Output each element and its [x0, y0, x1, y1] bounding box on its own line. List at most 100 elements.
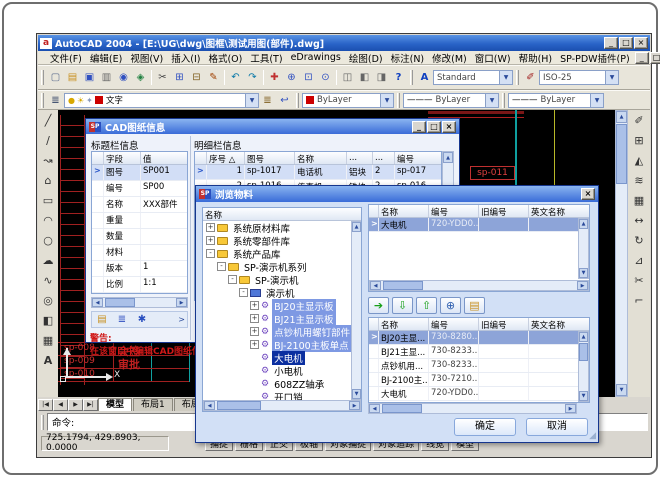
scroll-up-icon[interactable]: ▲	[616, 111, 627, 123]
rectangle-icon[interactable]: ▭	[39, 190, 57, 210]
list-vscrollbar[interactable]: ▲ ▼	[578, 331, 589, 402]
tab-next-button[interactable]: ▶	[68, 399, 83, 411]
arc-icon[interactable]: ◠	[39, 210, 57, 230]
zoom-previous-icon[interactable]: ⊙	[317, 69, 334, 86]
scroll-right-icon[interactable]: ▶	[349, 401, 360, 410]
tab-model[interactable]: 模型	[98, 398, 132, 411]
insert-block-icon[interactable]: ◧	[39, 310, 57, 330]
scroll-thumb[interactable]	[217, 401, 261, 410]
minimize-button[interactable]: _	[604, 37, 618, 49]
fields-hscrollbar[interactable]: ◀ ▶	[91, 297, 188, 308]
menu-modify[interactable]: 修改(M)	[428, 51, 471, 65]
maximize-button[interactable]: □	[619, 37, 633, 49]
move-icon[interactable]: ↔	[630, 210, 648, 230]
ellipse-icon[interactable]: ◎	[39, 290, 57, 310]
polyline-icon[interactable]: ↝	[39, 150, 57, 170]
transfer-icon[interactable]: ➔	[368, 297, 389, 314]
scroll-left-icon[interactable]: ◀	[204, 401, 215, 410]
field-row[interactable]: 名称 XXX部件	[92, 197, 187, 213]
polygon-icon[interactable]: ⌂	[39, 170, 57, 190]
array-icon[interactable]: ▦	[630, 190, 648, 210]
dim-style-icon[interactable]: ✐	[522, 69, 539, 86]
tree-item[interactable]: +⚙BJ21主显示板	[203, 312, 351, 325]
upload-icon[interactable]: ⇧	[416, 297, 437, 314]
menu-file[interactable]: 文件(F)	[46, 51, 86, 65]
line-icon[interactable]: ╱	[39, 110, 57, 130]
list-hscrollbar[interactable]: ◀ ▶	[368, 403, 577, 414]
tree-item[interactable]: -系统产品库	[203, 247, 351, 260]
open-file-icon[interactable]: ▤	[64, 69, 81, 86]
field-row[interactable]: 比例 1:1	[92, 277, 187, 293]
mirror-icon[interactable]: ◭	[630, 150, 648, 170]
canvas-vscrollbar[interactable]: ▲ ▼	[615, 110, 628, 397]
detail-col-seq[interactable]: 序号 △	[207, 152, 245, 164]
menu-window[interactable]: 窗口(W)	[471, 51, 515, 65]
tree-item[interactable]: +⚙BJ20主显示板	[203, 299, 351, 312]
col-code[interactable]: 编号	[429, 318, 479, 330]
fields-col-value[interactable]: 值	[141, 152, 187, 164]
help-icon[interactable]: ?	[390, 69, 407, 86]
detail-col-4[interactable]: ...	[347, 152, 373, 164]
linetype-combo[interactable]: ——— ByLayer ▼	[403, 93, 499, 108]
color-combo[interactable]: ByLayer ▼	[302, 93, 394, 108]
zoom-realtime-icon[interactable]: ⊕	[283, 69, 300, 86]
tree-item[interactable]: ⚙608ZZ轴承	[203, 377, 351, 390]
menu-insert[interactable]: 插入(I)	[167, 51, 204, 65]
detail-col-code[interactable]: 编号	[395, 152, 439, 164]
revision-cloud-icon[interactable]: ☁	[39, 250, 57, 270]
toolbar-grip[interactable]	[516, 70, 519, 85]
scroll-down-icon[interactable]: ▼	[616, 384, 627, 396]
tree-item[interactable]: ⚙开口销	[203, 390, 351, 400]
scroll-thumb[interactable]	[382, 404, 422, 413]
menu-tools[interactable]: 工具(T)	[246, 51, 286, 65]
tree-item[interactable]: ⚙小电机	[203, 364, 351, 377]
material-row[interactable]: > 大电机 720-YDD0...	[369, 218, 589, 232]
tab-first-button[interactable]: |◀	[38, 399, 53, 411]
scroll-left-icon[interactable]: ◀	[370, 281, 381, 290]
tree-item[interactable]: +⚙点钞机用螺钉部件	[203, 325, 351, 338]
trim-icon[interactable]: ✂	[630, 270, 648, 290]
mdi-minimize-button[interactable]: _	[635, 52, 649, 64]
match-properties-icon[interactable]: ✎	[205, 69, 222, 86]
chevron-down-icon[interactable]: ▼	[499, 71, 512, 84]
scroll-down-icon[interactable]: ▼	[352, 389, 361, 399]
download-icon[interactable]: ⇩	[392, 297, 413, 314]
tree-item[interactable]: -SP-演示机系列	[203, 260, 351, 273]
detail-col-5[interactable]: ...	[373, 152, 395, 164]
field-row[interactable]: 数量	[92, 229, 187, 245]
layer-lock-icon[interactable]: ✦	[86, 96, 93, 105]
material-row[interactable]: BJ-2100主... 730-7210...	[369, 373, 589, 387]
tree-item[interactable]: +系统原材料库	[203, 221, 351, 234]
redo-icon[interactable]: ↷	[244, 69, 261, 86]
chamfer-icon[interactable]: ⌐	[630, 290, 648, 310]
layer-previous-icon[interactable]: ↩	[276, 92, 293, 109]
scroll-thumb[interactable]	[616, 124, 627, 184]
rotate-icon[interactable]: ↻	[630, 230, 648, 250]
tree-vscrollbar[interactable]: ▲ ▼	[351, 221, 362, 400]
plot-icon[interactable]: ▥	[98, 69, 115, 86]
detail-col-name[interactable]: 名称	[295, 152, 347, 164]
col-name[interactable]: 名称	[379, 205, 429, 217]
scroll-left-icon[interactable]: ◀	[92, 298, 103, 307]
toolbar-grip[interactable]	[410, 70, 413, 85]
open-item-icon[interactable]: ▤	[464, 297, 485, 314]
scroll-up-icon[interactable]: ▲	[579, 332, 588, 342]
tab-last-button[interactable]: ▶|	[83, 399, 98, 411]
toolbar-grip[interactable]	[296, 93, 299, 108]
layer-freeze-icon[interactable]: ☀	[77, 96, 84, 105]
toolbar-grip[interactable]	[397, 93, 400, 108]
hatch-icon[interactable]: ▦	[39, 330, 57, 350]
layer-on-icon[interactable]: ●	[68, 96, 75, 105]
tool-palettes-icon[interactable]: ◨	[373, 69, 390, 86]
material-row[interactable]: BJ21主显... 730-8233...	[369, 345, 589, 359]
top-table-hscrollbar[interactable]: ◀ ▶	[369, 280, 589, 291]
tree-header[interactable]: 名称	[203, 208, 361, 220]
tree-item[interactable]: +系统零部件库	[203, 234, 351, 247]
lineweight-combo[interactable]: ——— ByLayer ▼	[508, 93, 604, 108]
field-row[interactable]: 重量	[92, 213, 187, 229]
scroll-right-icon[interactable]: ▶	[565, 404, 576, 413]
menu-draw[interactable]: 绘图(D)	[345, 51, 387, 65]
field-row[interactable]: 材料	[92, 245, 187, 261]
scroll-thumb[interactable]	[579, 343, 588, 361]
scroll-thumb[interactable]	[105, 298, 135, 307]
